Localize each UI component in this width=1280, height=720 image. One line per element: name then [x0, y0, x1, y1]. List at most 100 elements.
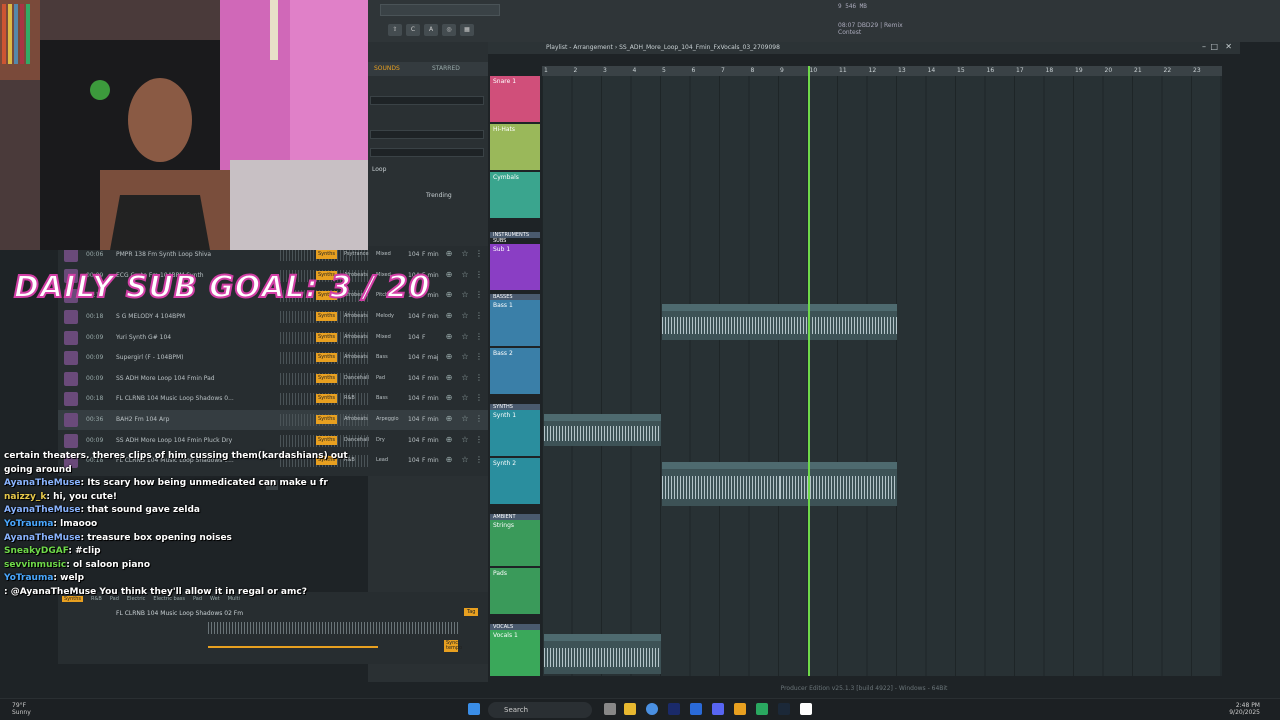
- genre-tag[interactable]: Synths: [316, 353, 338, 363]
- ctrl-button[interactable]: C: [406, 24, 420, 36]
- star-icon[interactable]: ☆: [460, 311, 470, 321]
- instrument-tag[interactable]: Bass: [374, 353, 390, 362]
- track-group-header[interactable]: INSTRUMENTS SUBS: [490, 232, 540, 244]
- style-tag[interactable]: R&B: [342, 394, 357, 403]
- add-icon[interactable]: ⊕: [444, 290, 454, 300]
- playlist-grid[interactable]: SS_ADH_More_Loop_104_Fmin_Bass_02_270907…: [542, 76, 1222, 676]
- browser-field-1[interactable]: [370, 96, 484, 105]
- instrument-tag[interactable]: Dry: [374, 436, 387, 445]
- audio-clip[interactable]: SS_ADH_More_Loop_1...n_Music_02_2709123: [780, 462, 897, 506]
- magnet-icon[interactable]: ▦: [460, 24, 474, 36]
- sync-button[interactable]: Sync tempo: [444, 640, 462, 652]
- star-icon[interactable]: ☆: [460, 270, 470, 280]
- photoshop-icon[interactable]: [690, 703, 702, 715]
- sample-row[interactable]: 00:36 BAH2 Fm 104 Arp Synths Afrobeats Arpeg…: [58, 410, 488, 430]
- premiere-icon[interactable]: [668, 703, 680, 715]
- genre-tag[interactable]: Synths: [316, 312, 338, 321]
- add-icon[interactable]: ⊕: [444, 435, 454, 445]
- track-header[interactable]: Cymbals: [490, 172, 540, 218]
- instrument-tag[interactable]: Bass: [374, 394, 390, 403]
- genre-tag[interactable]: Synths: [316, 332, 338, 342]
- star-icon[interactable]: ☆: [460, 373, 470, 383]
- steam-icon[interactable]: [778, 703, 790, 715]
- chat-username[interactable]: YoTrauma: [4, 519, 53, 529]
- chrome-icon[interactable]: [646, 703, 658, 715]
- add-icon[interactable]: ⊕: [444, 332, 454, 342]
- weather-widget[interactable]: 79°F Sunny: [12, 702, 31, 716]
- add-icon[interactable]: ⊕: [444, 393, 454, 403]
- style-tag[interactable]: Dancehall: [342, 374, 371, 383]
- genre-tag[interactable]: Synths: [316, 415, 338, 424]
- chat-username[interactable]: AyanaTheMuse: [4, 505, 81, 515]
- sample-row[interactable]: 00:09 SS ADH More Loop 104 Fmin Pad Synths…: [58, 369, 488, 389]
- add-icon[interactable]: ⊕: [444, 414, 454, 424]
- add-icon[interactable]: ⊕: [444, 270, 454, 280]
- close-icon[interactable]: ✕: [1225, 42, 1232, 51]
- style-tag[interactable]: Afrobeats: [342, 333, 370, 342]
- add-icon[interactable]: ⊕: [444, 373, 454, 383]
- star-icon[interactable]: ☆: [460, 249, 470, 259]
- style-tag[interactable]: Afrobeats: [342, 312, 370, 321]
- sample-row[interactable]: 00:18 S G MELODY 4 104BPM Synths Afrobeats M…: [58, 307, 488, 327]
- more-icon[interactable]: ⋮: [474, 290, 484, 300]
- track-header[interactable]: Pads: [490, 568, 540, 614]
- instrument-tag[interactable]: Melody: [374, 312, 396, 321]
- add-icon[interactable]: ⊕: [444, 249, 454, 259]
- more-icon[interactable]: ⋮: [474, 393, 484, 403]
- playhead[interactable]: [808, 66, 810, 676]
- more-icon[interactable]: ⋮: [474, 414, 484, 424]
- taskbar-search[interactable]: Search: [488, 702, 592, 718]
- genre-tag[interactable]: Synths: [316, 250, 338, 260]
- star-icon[interactable]: ☆: [460, 352, 470, 362]
- track-header[interactable]: Bass 2: [490, 348, 540, 394]
- more-icon[interactable]: ⋮: [474, 270, 484, 280]
- chat-username[interactable]: AyanaTheMuse: [4, 478, 81, 488]
- browser-field-3[interactable]: [370, 148, 484, 157]
- browser-field-2[interactable]: [370, 130, 484, 139]
- style-tag[interactable]: Afrobeats: [342, 415, 370, 424]
- more-icon[interactable]: ⋮: [474, 352, 484, 362]
- more-icon[interactable]: ⋮: [474, 455, 484, 465]
- audio-clip[interactable]: SS_ADH_More_Loop_1..._Fmin_Bells_2709161: [544, 414, 661, 446]
- track-header[interactable]: Synth 1: [490, 410, 540, 456]
- clock[interactable]: 2:48 PM 9/20/2025: [1229, 702, 1260, 716]
- track-header[interactable]: Sub 1: [490, 244, 540, 290]
- timeline-ruler[interactable]: 1 2 3 4 5 6 7 8 9 10 11 12 13 14 15 16 17 18 19 20 21 22 23: [542, 66, 1222, 76]
- shift-button[interactable]: ⇧: [388, 24, 402, 36]
- task-view-icon[interactable]: [604, 703, 616, 715]
- star-icon[interactable]: ☆: [460, 290, 470, 300]
- track-header[interactable]: Snare 1: [490, 76, 540, 122]
- snap-icon[interactable]: ◎: [442, 24, 456, 36]
- discord-icon[interactable]: [712, 703, 724, 715]
- more-icon[interactable]: ⋮: [474, 332, 484, 342]
- genre-tag[interactable]: Synths: [316, 373, 338, 383]
- instrument-tag[interactable]: Lead: [374, 456, 390, 465]
- app-icon[interactable]: [756, 703, 768, 715]
- add-icon[interactable]: ⊕: [444, 455, 454, 465]
- more-icon[interactable]: ⋮: [474, 249, 484, 259]
- chat-username[interactable]: naizzy_k: [4, 492, 46, 502]
- instrument-tag[interactable]: Mixed: [374, 250, 393, 259]
- fl-studio-icon[interactable]: [734, 703, 746, 715]
- maximize-icon[interactable]: □: [1210, 42, 1218, 51]
- star-icon[interactable]: ☆: [460, 332, 470, 342]
- audio-clip[interactable]: SS_ADH_More_Loop_1...FxVocals_03_2709098: [544, 634, 661, 674]
- style-tag[interactable]: Psytrance: [342, 250, 371, 259]
- track-header[interactable]: Synth 2: [490, 458, 540, 504]
- file-explorer-icon[interactable]: [624, 703, 636, 715]
- instrument-tag[interactable]: Arpeggio: [374, 415, 401, 424]
- genre-tag[interactable]: Synths: [316, 394, 338, 404]
- alt-button[interactable]: A: [424, 24, 438, 36]
- instrument-tag[interactable]: Pad: [374, 374, 387, 383]
- star-icon[interactable]: ☆: [460, 455, 470, 465]
- add-icon[interactable]: ⊕: [444, 352, 454, 362]
- more-icon[interactable]: ⋮: [474, 311, 484, 321]
- minimize-icon[interactable]: –: [1202, 42, 1206, 51]
- obs-icon[interactable]: [800, 703, 812, 715]
- audio-clip[interactable]: SS_ADH_More_Loop_1...n_Music_02_2709123: [662, 462, 780, 506]
- sample-row[interactable]: 00:09 Yuri Synth G# 104 Synths Afrobeats Mix…: [58, 328, 488, 348]
- star-icon[interactable]: ☆: [460, 414, 470, 424]
- sample-row[interactable]: 00:09 Supergirl (F - 104BPM) Synths Afrobea…: [58, 348, 488, 368]
- audio-clip[interactable]: SS_ADH_More_Loop_104_Fmin_Bass_02_270907…: [662, 304, 897, 340]
- style-tag[interactable]: Afrobeats: [342, 353, 370, 362]
